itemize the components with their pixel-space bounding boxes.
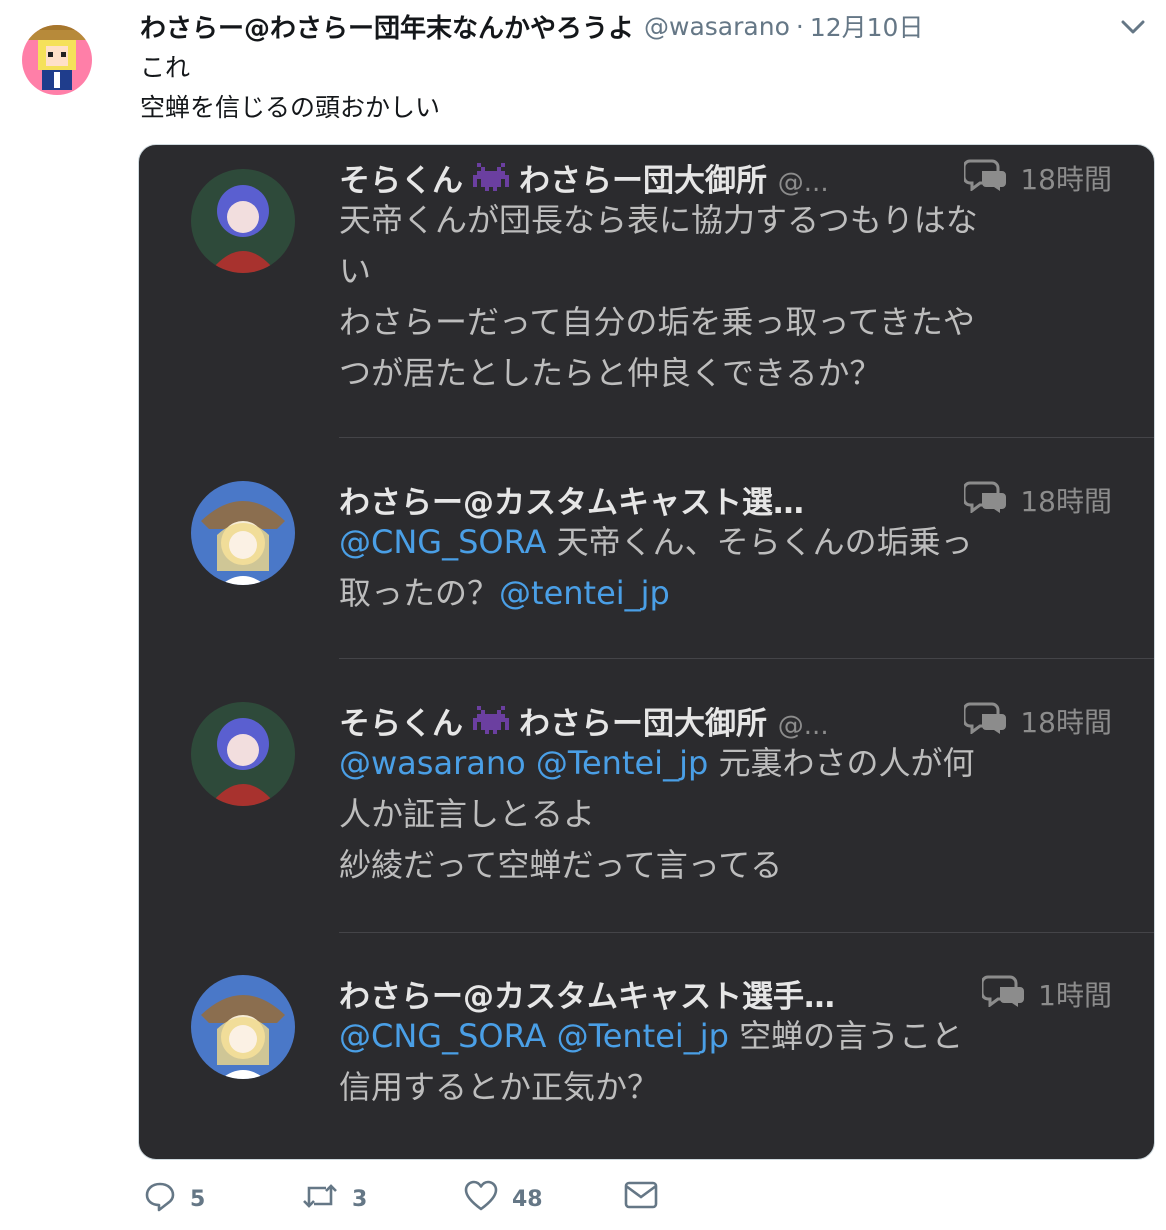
reply-text-line: つが居たとしたらと仲良くできるか？	[339, 348, 978, 399]
reply-text: @CNG_SORA 天帝くん、そらくんの垢乗っ 取ったの？@tentei_jp	[339, 517, 973, 619]
tweet-text-line: これ	[140, 53, 191, 82]
comment-bubble-icon	[962, 157, 1008, 198]
reply-divider	[339, 437, 1154, 438]
tweet-action-bar: 5 3 48	[0, 1180, 1166, 1224]
reply-text-segment: 空蝉の言うこと	[728, 1017, 964, 1055]
mention-link: @CNG_SORA @Tentei_jp	[339, 1017, 729, 1055]
reply-author-suffix: わさらー団大御所	[519, 163, 767, 199]
reply-text-line: 天帝くんが団長なら表に協力するつもりはな	[339, 195, 978, 246]
reply-time: 18時間	[1020, 162, 1112, 196]
reply-time: 18時間	[1020, 484, 1112, 518]
reply-text-line: 取ったの？@tentei_jp	[339, 568, 973, 619]
retweet-count: 3	[352, 1186, 368, 1212]
author-display-name[interactable]: わさらー@わさらー団年末なんかやろうよ	[140, 8, 634, 45]
reply-avatar	[191, 169, 295, 273]
reply-icon	[144, 1180, 176, 1218]
retweet-icon	[302, 1180, 338, 1218]
like-button[interactable]: 48	[464, 1180, 543, 1218]
tweet-date[interactable]: 12月10日	[810, 8, 924, 44]
mention-link: @wasarano @Tentei_jp	[339, 744, 709, 782]
tweet-text-line: 空蝉を信じるの頭おかしい	[140, 93, 441, 122]
reply-text: 天帝くんが団長なら表に協力するつもりはないわさらーだって自分の垢を乗っ取ってきた…	[339, 195, 978, 399]
reply-text-segment: わさらーだって自分の垢を乗っ取ってきたや	[339, 303, 975, 341]
reply-author-name: そらくん	[339, 163, 463, 199]
reply-author: わさらー@カスタムキャスト選手…	[339, 971, 835, 1016]
reply-handle: @...	[777, 168, 829, 198]
retweet-button[interactable]: 3	[302, 1180, 367, 1218]
reply-time: 18時間	[1020, 705, 1112, 739]
reply-meta: 18時間	[962, 700, 1112, 741]
mention-link: @tentei_jp	[499, 574, 670, 612]
reply-author-name: わさらー@カスタムキャスト選手…	[339, 979, 835, 1015]
chevron-down-icon[interactable]	[1118, 14, 1148, 40]
reply-meta: 18時間	[962, 157, 1112, 198]
reply-text-segment: 紗綾だって空蝉だって言ってる	[339, 846, 783, 884]
reply-text-segment: 取ったの？	[339, 574, 500, 612]
reply-author: わさらー@カスタムキャスト選…	[339, 477, 804, 522]
author-avatar[interactable]	[22, 12, 92, 108]
reply-author-name: そらくん	[339, 706, 463, 742]
reply-text-line: @CNG_SORA @Tentei_jp 空蝉の言うこと	[339, 1011, 963, 1062]
reply-avatar	[191, 975, 295, 1079]
header-separator: ·	[795, 11, 804, 41]
reply-text-segment: つが居たとしたらと仲良くできるか？	[339, 354, 882, 392]
reply-meta: 1時間	[980, 973, 1112, 1014]
reply-text-segment: 元裏わさの人が何	[708, 744, 975, 782]
reply-divider	[339, 932, 1154, 933]
reply-handle: @...	[777, 711, 829, 741]
comment-bubble-icon	[962, 479, 1008, 520]
author-handle[interactable]: @wasarano	[644, 12, 790, 41]
like-count: 48	[512, 1186, 543, 1212]
reply-count: 5	[190, 1186, 206, 1212]
reply-time: 1時間	[1038, 978, 1112, 1012]
direct-message-button[interactable]	[624, 1180, 658, 1216]
reply-author-name: わさらー@カスタムキャスト選…	[339, 485, 804, 521]
reply-text-segment: 天帝くんが団長なら表に協力するつもりはな	[339, 201, 978, 239]
mention-link: @CNG_SORA	[339, 523, 547, 561]
reply-text-line: 紗綾だって空蝉だって言ってる	[339, 840, 974, 891]
reply-author-suffix: わさらー団大御所	[519, 706, 767, 742]
reply-text-line: 信用するとか正気か？	[339, 1062, 963, 1113]
attached-image[interactable]: そらくん わさらー団大御所 @... 18時間 天帝くんが団長なら表に協力するつも…	[138, 144, 1155, 1160]
reply-text-line: @wasarano @Tentei_jp 元裏わさの人が何	[339, 738, 974, 789]
comment-bubble-icon	[962, 700, 1008, 741]
reply-text-segment: 天帝くん、そらくんの垢乗っ	[546, 523, 973, 561]
reply-divider	[339, 658, 1154, 659]
reply-text-line: @CNG_SORA 天帝くん、そらくんの垢乗っ	[339, 517, 973, 568]
tweet-header: わさらー@わさらー団年末なんかやろうよ @wasarano · 12月10日	[140, 6, 1140, 46]
reply-text-segment: 人か証言しとるよ	[339, 795, 596, 833]
reply-text-segment: い	[339, 252, 372, 290]
reply-avatar	[191, 702, 295, 806]
envelope-icon	[624, 1180, 658, 1216]
comment-bubble-icon	[980, 973, 1026, 1014]
reply-meta: 18時間	[962, 479, 1112, 520]
reply-text-line: い	[339, 246, 978, 297]
reply-text: @CNG_SORA @Tentei_jp 空蝉の言うこと信用するとか正気か？	[339, 1011, 963, 1113]
heart-icon	[464, 1180, 498, 1218]
reply-button[interactable]: 5	[144, 1180, 205, 1218]
reply-text-line: わさらーだって自分の垢を乗っ取ってきたや	[339, 297, 978, 348]
reply-text: @wasarano @Tentei_jp 元裏わさの人が何人か証言しとるよ紗綾だ…	[339, 738, 974, 891]
reply-text-segment: 信用するとか正気か？	[339, 1068, 660, 1106]
reply-text-line: 人か証言しとるよ	[339, 789, 974, 840]
reply-avatar	[191, 481, 295, 585]
